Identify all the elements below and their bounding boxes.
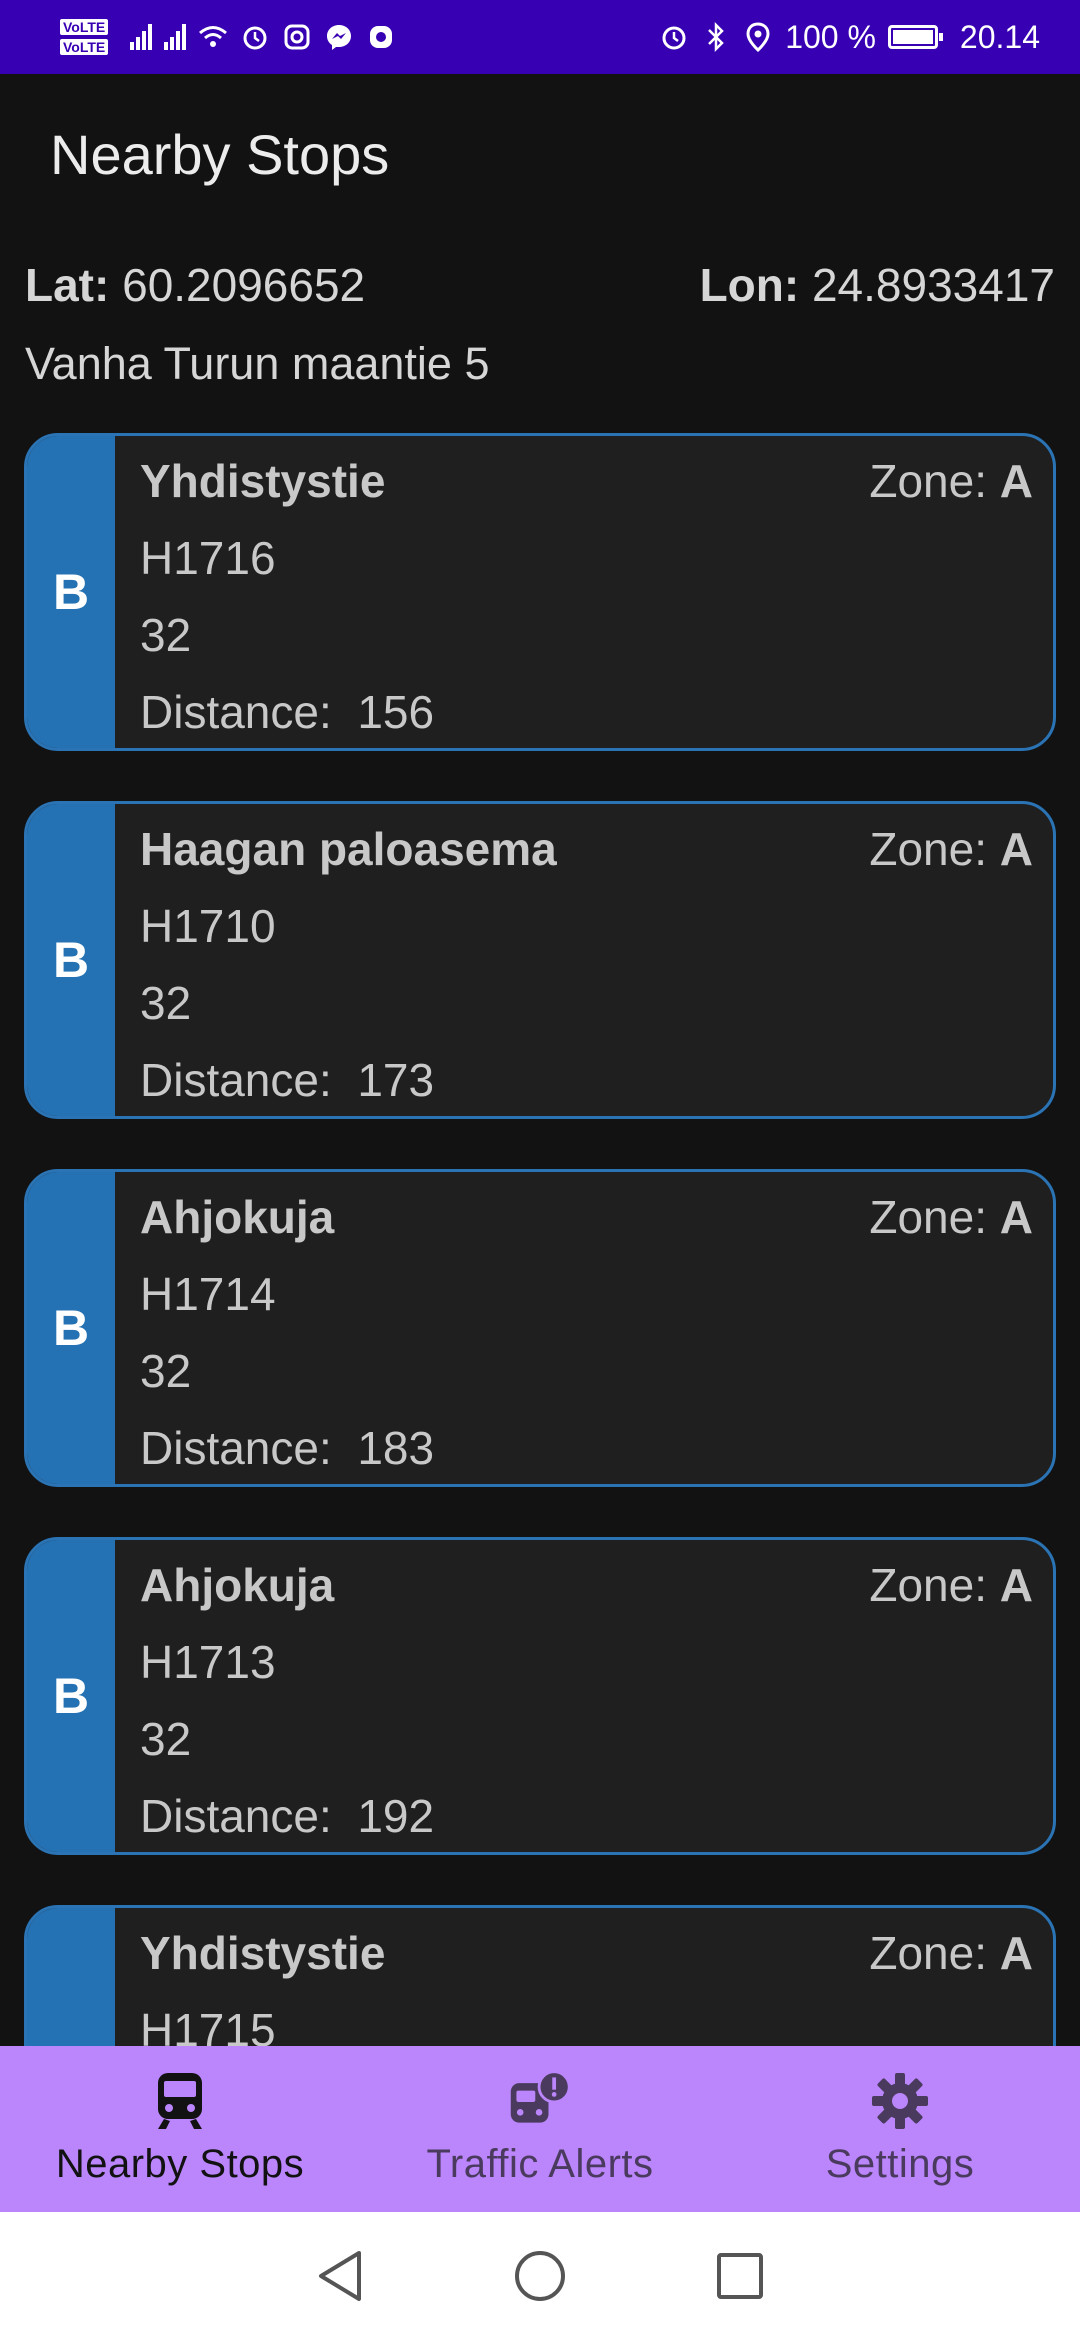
zone-label: Zone: xyxy=(869,455,987,507)
distance-label: Distance: xyxy=(140,1054,332,1106)
zone-value: A xyxy=(999,455,1033,507)
zone-label: Zone: xyxy=(869,823,987,875)
home-icon[interactable] xyxy=(510,2246,570,2306)
instagram-icon xyxy=(282,22,312,52)
status-right: 100 % 20.14 xyxy=(659,19,1040,56)
zone-value: A xyxy=(999,1927,1033,1979)
train-icon xyxy=(147,2068,213,2134)
stop-code: H1716 xyxy=(140,532,276,584)
app-notification-icon xyxy=(366,22,396,52)
stop-list[interactable]: B Yhdistystie Zone: A H1716 32 Distance:… xyxy=(24,433,1056,2273)
distance-value: 183 xyxy=(357,1422,435,1474)
nav-label: Settings xyxy=(825,2142,975,2186)
nav-nearby-stops[interactable]: Nearby Stops xyxy=(0,2046,360,2212)
lat-value: 60.2096652 xyxy=(122,259,366,311)
bluetooth-icon xyxy=(701,22,731,52)
stop-card[interactable]: B Ahjokuja Zone: A H1714 32 Distance: 18… xyxy=(24,1169,1056,1487)
signal1-icon xyxy=(130,24,153,50)
stop-lines: 32 xyxy=(140,1345,192,1397)
distance-value: 192 xyxy=(357,1790,435,1842)
distance-value: 173 xyxy=(357,1054,435,1106)
lat-label: Lat: xyxy=(25,259,110,311)
address: Vanha Turun maantie 5 xyxy=(25,338,490,389)
zone-label: Zone: xyxy=(869,1927,987,1979)
stop-distance: Distance: 173 xyxy=(140,1053,434,1107)
recents-icon[interactable] xyxy=(710,2246,770,2306)
alarm-right-icon xyxy=(659,22,689,52)
wifi-icon xyxy=(198,22,228,52)
coordinates-row: Lat: 60.2096652 Lon: 24.8933417 xyxy=(25,258,1055,312)
page-title: Nearby Stops xyxy=(50,123,390,186)
distance-label: Distance: xyxy=(140,1422,332,1474)
signal2-icon xyxy=(164,24,187,50)
stop-zone: Zone: A xyxy=(869,1558,1033,1612)
stop-card[interactable]: B Haagan paloasema Zone: A H1710 32 Dist… xyxy=(24,801,1056,1119)
clock: 20.14 xyxy=(959,18,1040,55)
stop-lines: 32 xyxy=(140,977,192,1029)
stop-zone: Zone: A xyxy=(869,822,1033,876)
nav-traffic-alerts[interactable]: Traffic Alerts xyxy=(360,2046,720,2212)
stop-zone: Zone: A xyxy=(869,1190,1033,1244)
nav-label: Traffic Alerts xyxy=(426,2142,654,2186)
alarm-icon xyxy=(240,22,270,52)
stop-lines: 32 xyxy=(140,609,192,661)
back-icon[interactable] xyxy=(310,2246,370,2306)
distance-label: Distance: xyxy=(140,686,332,738)
zone-label: Zone: xyxy=(869,1559,987,1611)
train-alert-icon xyxy=(507,2068,573,2134)
battery-icon xyxy=(887,25,943,49)
lon-value: 24.8933417 xyxy=(811,259,1055,311)
battery-percentage: 100 % xyxy=(785,18,876,55)
bottom-navigation: Nearby Stops Traffic Alerts Settings xyxy=(0,2046,1080,2212)
stop-name: Ahjokuja xyxy=(140,1191,335,1243)
lon-label: Lon: xyxy=(699,259,800,311)
nav-settings[interactable]: Settings xyxy=(720,2046,1080,2212)
distance-label: Distance: xyxy=(140,1790,332,1842)
latitude: Lat: 60.2096652 xyxy=(25,258,365,312)
messenger-icon xyxy=(324,22,354,52)
stop-name: Yhdistystie xyxy=(140,1927,386,1979)
distance-value: 156 xyxy=(357,686,435,738)
stop-zone: Zone: A xyxy=(869,1926,1033,1980)
zone-label: Zone: xyxy=(869,1191,987,1243)
stop-distance: Distance: 183 xyxy=(140,1421,434,1475)
volte-indicators: VoLTE VoLTE xyxy=(60,19,109,55)
zone-value: A xyxy=(999,1559,1033,1611)
volte2-icon: VoLTE xyxy=(60,39,109,55)
system-navigation-bar xyxy=(0,2212,1080,2340)
stop-name: Haagan paloasema xyxy=(140,823,557,875)
stop-card[interactable]: B Yhdistystie Zone: A H1716 32 Distance:… xyxy=(24,433,1056,751)
stop-code: H1713 xyxy=(140,1636,276,1688)
volte1-icon: VoLTE xyxy=(60,19,109,35)
longitude: Lon: 24.8933417 xyxy=(700,258,1055,312)
stop-code: H1710 xyxy=(140,900,276,952)
stop-distance: Distance: 156 xyxy=(140,685,434,739)
bus-badge: B xyxy=(27,436,115,748)
stop-code: H1714 xyxy=(140,1268,276,1320)
bus-badge: B xyxy=(27,804,115,1116)
status-bar: VoLTE VoLTE 100 % 20.14 xyxy=(0,0,1080,74)
stop-name: Yhdistystie xyxy=(140,455,386,507)
bus-badge: B xyxy=(27,1540,115,1852)
gear-icon xyxy=(867,2068,933,2134)
location-icon xyxy=(743,22,773,52)
stop-name: Ahjokuja xyxy=(140,1559,335,1611)
nav-label: Nearby Stops xyxy=(55,2142,305,2186)
stop-card[interactable]: B Ahjokuja Zone: A H1713 32 Distance: 19… xyxy=(24,1537,1056,1855)
stop-lines: 32 xyxy=(140,1713,192,1765)
stop-zone: Zone: A xyxy=(869,454,1033,508)
zone-value: A xyxy=(999,1191,1033,1243)
bus-badge: B xyxy=(27,1172,115,1484)
stop-distance: Distance: 192 xyxy=(140,1789,434,1843)
zone-value: A xyxy=(999,823,1033,875)
battery-fill xyxy=(892,30,933,44)
status-left: VoLTE VoLTE xyxy=(60,19,396,55)
